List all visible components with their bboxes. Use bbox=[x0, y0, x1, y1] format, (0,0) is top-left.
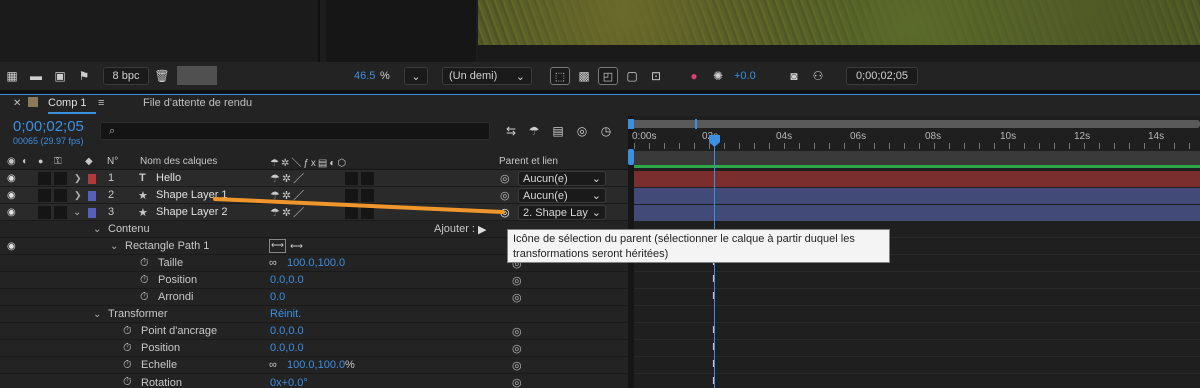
after-effects-window: ▦ ▬ ▣ ⚑ 8 bpc 🗑 46.5 % ⌄ (Un demi) ⌄ ⬚ ▩… bbox=[0, 0, 1200, 388]
parent-pickwhip-tooltip: Icône de sélection du parent (sélectionn… bbox=[507, 229, 890, 263]
parent-drag-line bbox=[213, 197, 505, 214]
